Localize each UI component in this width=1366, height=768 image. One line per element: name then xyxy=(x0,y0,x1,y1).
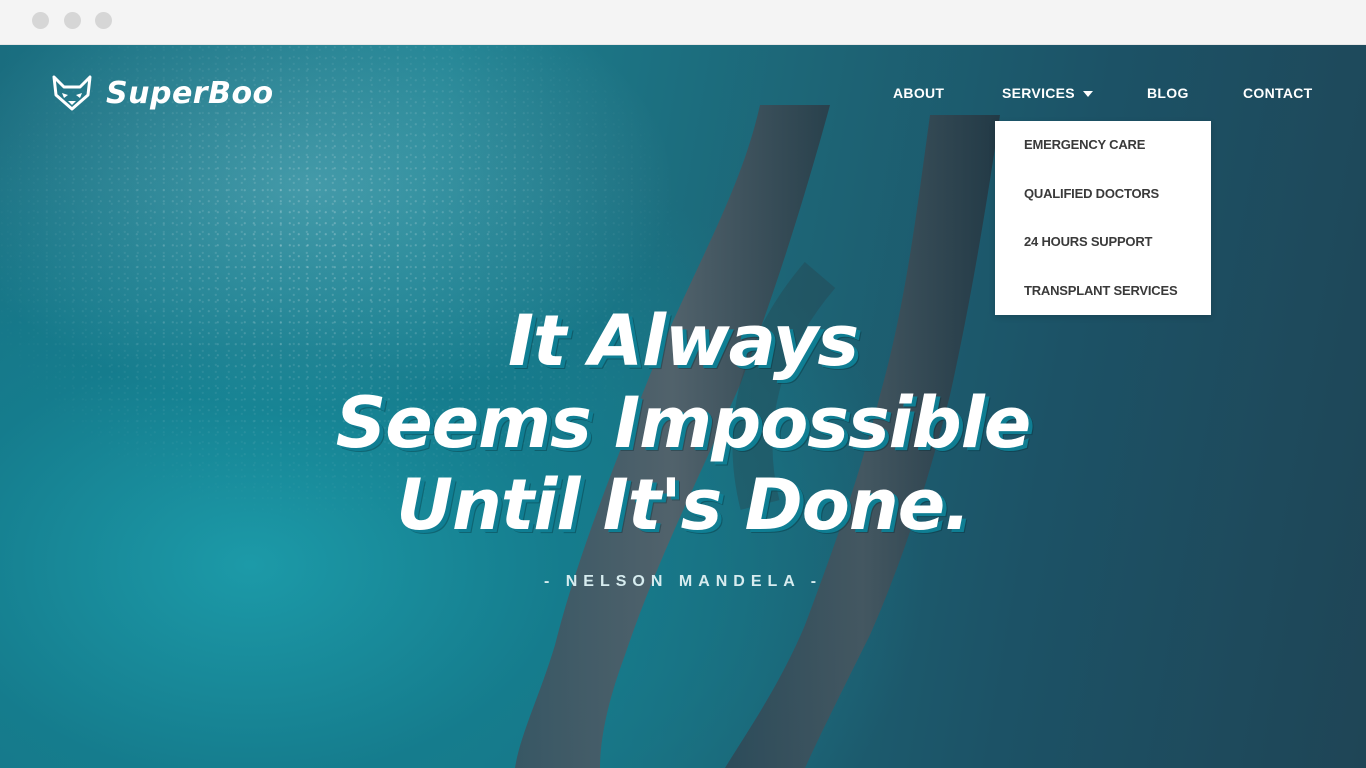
brand-logo-link[interactable]: SuperBoo xyxy=(52,75,274,111)
fox-head-icon xyxy=(52,75,92,111)
quote-line-1: It Always xyxy=(507,300,859,382)
nav-link-services-label: SERVICES xyxy=(1002,85,1075,101)
dropdown-item-24-hours-support[interactable]: 24 HOURS SUPPORT xyxy=(1024,234,1152,249)
window-close-dot[interactable] xyxy=(32,12,49,29)
services-dropdown-menu: EMERGENCY CARE QUALIFIED DOCTORS 24 HOUR… xyxy=(995,121,1211,315)
nav-link-about[interactable]: ABOUT xyxy=(893,85,944,101)
quote-line-3: Until It's Done. xyxy=(396,464,971,546)
window-maximize-dot[interactable] xyxy=(95,12,112,29)
quote-line-2: Seems Impossible xyxy=(335,382,1031,464)
nav-link-blog[interactable]: BLOG xyxy=(1147,85,1189,101)
brand-name: SuperBoo xyxy=(106,75,274,111)
dropdown-item-qualified-doctors[interactable]: QUALIFIED DOCTORS xyxy=(1024,186,1159,201)
dropdown-item-emergency-care[interactable]: EMERGENCY CARE xyxy=(1024,137,1145,152)
hero-quote: It Always Seems Impossible Until It's Do… xyxy=(283,300,1083,546)
chevron-down-icon xyxy=(1082,91,1093,98)
window-minimize-dot[interactable] xyxy=(64,12,81,29)
browser-chrome xyxy=(0,0,1366,45)
nav-link-contact[interactable]: CONTACT xyxy=(1243,85,1313,101)
nav-link-services[interactable]: SERVICES xyxy=(1002,85,1093,101)
dropdown-item-transplant-services[interactable]: TRANSPLANT SERVICES xyxy=(1024,283,1178,298)
quote-author: - NELSON MANDELA - xyxy=(543,573,823,590)
